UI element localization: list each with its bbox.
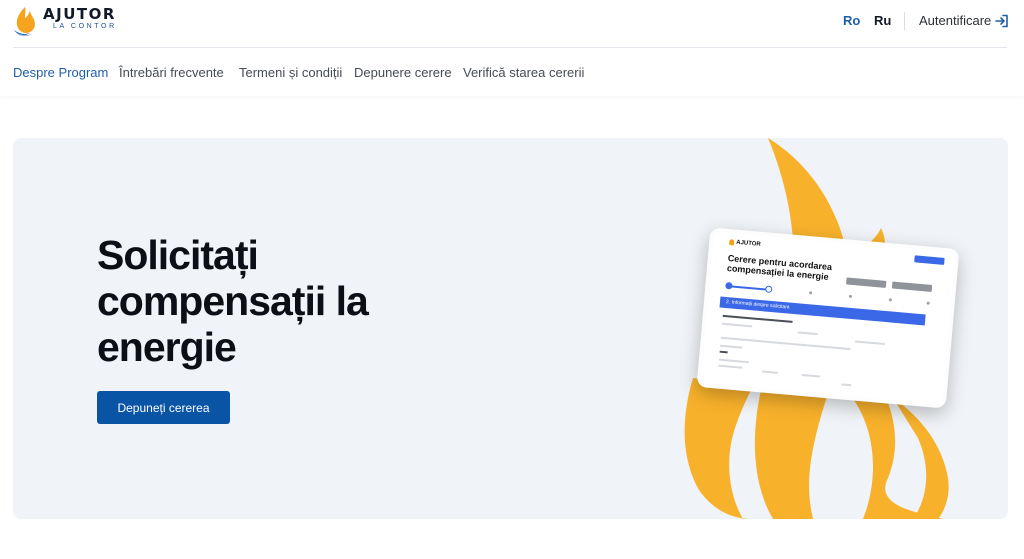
nav-item-verifica-starea[interactable]: Verifică starea cererii [463, 65, 584, 80]
tablet-text-line [718, 364, 743, 369]
nav-item-termeni-conditii[interactable]: Termeni și condiții [239, 65, 342, 80]
tablet-grey-button [845, 277, 887, 288]
tablet-text-line [718, 358, 749, 364]
tablet-text-line [854, 340, 886, 346]
nav-item-depunere-cerere[interactable]: Depunere cerere [354, 65, 452, 80]
login-label: Autentificare [919, 13, 992, 28]
tablet-section-label: 2. Informații despre solicitant [725, 299, 790, 311]
nav-item-despre-program[interactable]: Despre Program [13, 65, 108, 80]
tablet-text-line [841, 383, 852, 387]
tablet-text-line [797, 331, 818, 336]
header-divider [904, 12, 905, 30]
hero-banner: Solicitați compensații la energie Depune… [13, 138, 1008, 519]
tablet-step-dot [888, 298, 892, 302]
tablet-text-line [722, 314, 793, 323]
login-arrow-icon [995, 14, 1009, 27]
tablet-text-line [762, 370, 779, 374]
nav-item-intrebari-frecvente[interactable]: Întrebări frecvente [119, 65, 224, 80]
flame-logo-icon [14, 7, 35, 36]
tablet-logo: AJUTOR [728, 239, 761, 248]
login-link[interactable]: Autentificare [919, 13, 1009, 28]
form-preview-tablet: AJUTOR Cerere pentru acordarea compensaț… [696, 227, 960, 409]
tablet-step-line [727, 285, 768, 291]
tablet-title: Cerere pentru acordarea compensației la … [727, 253, 833, 282]
main-nav: Despre Program Întrebări frecvente Terme… [0, 48, 1024, 96]
tablet-text-line [719, 350, 728, 354]
tablet-step-dot [764, 285, 773, 294]
tablet-logo-text: AJUTOR [735, 239, 761, 248]
tablet-step-dot [926, 301, 930, 305]
tablet-button [914, 255, 945, 265]
language-ru-link[interactable]: Ru [874, 13, 891, 28]
tablet-step-dot [808, 291, 813, 295]
tablet-step-dot [725, 281, 733, 290]
top-bar: AJUTOR LA CONTOR Ro Ru Autentificare [0, 0, 1024, 48]
tablet-step-dot [848, 294, 853, 299]
language-ro-link[interactable]: Ro [843, 13, 860, 28]
tablet-text-line [722, 322, 753, 328]
tablet-text-line [801, 373, 820, 378]
tablet-text-line [720, 344, 743, 349]
logo-subtitle: LA CONTOR [53, 23, 117, 30]
tablet-grey-button [891, 281, 933, 292]
logo-title: AJUTOR [43, 5, 116, 23]
logo[interactable]: AJUTOR LA CONTOR [13, 6, 117, 36]
